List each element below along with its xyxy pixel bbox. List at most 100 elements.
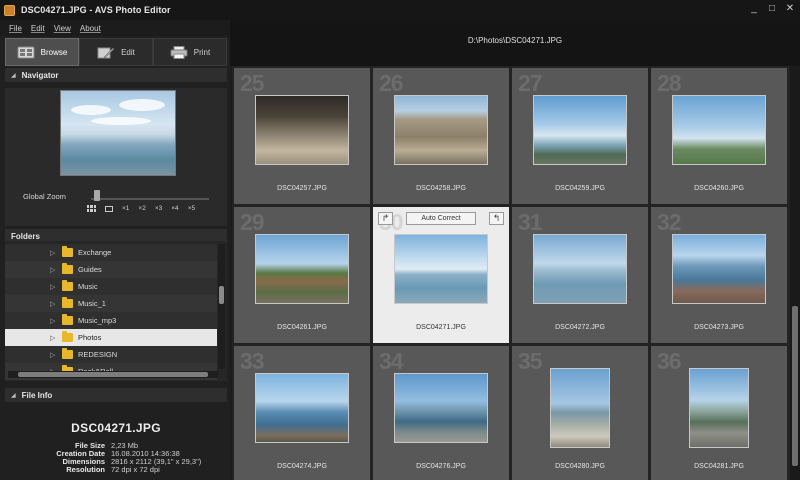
photo-thumbnail[interactable] [533, 234, 627, 304]
collapse-arrow-icon: ◢ [11, 72, 16, 79]
thumbnail-cell[interactable]: 35 DSC04280.JPG [512, 346, 648, 480]
tab-print-label: Print [193, 47, 211, 57]
file-info-header[interactable]: ◢ File Info [5, 388, 227, 402]
expand-arrow-icon[interactable]: ▷ [50, 283, 58, 291]
thumbnail-cell[interactable]: 29 DSC04261.JPG [234, 207, 370, 343]
thumbnail-filename: DSC04271.JPG [416, 324, 466, 331]
thumbnail-cell[interactable]: 26 DSC04258.JPG [373, 68, 509, 204]
scrollbar-thumb[interactable] [18, 372, 208, 377]
folder-icon [62, 280, 73, 291]
zoom-x5[interactable]: ×5 [188, 205, 195, 212]
thumbnail-filename: DSC04258.JPG [416, 185, 466, 192]
thumbnail-cell[interactable]: 31 DSC04272.JPG [512, 207, 648, 343]
folder-tree: ▷ Exchange ▷ Guides ▷ Music ▷ Music_1 ▷ Music_mp3… [5, 241, 227, 381]
thumbnail-cell[interactable]: 33 DSC04274.JPG [234, 346, 370, 480]
thumbnail-filename: DSC04260.JPG [694, 185, 744, 192]
menu-about[interactable]: About [80, 24, 101, 33]
folder-vertical-scrollbar[interactable] [218, 244, 225, 369]
folder-item[interactable]: ▷ Music_mp3 [5, 312, 217, 329]
folder-icon [62, 331, 73, 342]
expand-arrow-icon[interactable]: ▷ [50, 334, 58, 342]
file-name: DSC04271.JPG [71, 421, 161, 435]
zoom-slider-track[interactable] [91, 198, 209, 200]
thumbnail-filename: DSC04272.JPG [555, 324, 605, 331]
photo-thumbnail[interactable] [394, 234, 488, 304]
thumbnail-cell[interactable]: 34 DSC04276.JPG [373, 346, 509, 480]
expand-arrow-icon[interactable]: ▷ [50, 249, 58, 257]
thumbnail-index: 33 [240, 348, 265, 374]
navigator-header[interactable]: ◢ Navigator [5, 68, 227, 82]
menu-file[interactable]: File [9, 24, 22, 33]
zoom-x3[interactable]: ×3 [155, 205, 162, 212]
thumbnail-filename: DSC04273.JPG [694, 324, 744, 331]
folder-label: Music_mp3 [78, 316, 117, 325]
menu-view[interactable]: View [54, 24, 71, 33]
zoom-x2[interactable]: ×2 [138, 205, 145, 212]
photo-thumbnail[interactable] [533, 95, 627, 165]
thumbnail-index: 31 [518, 209, 543, 235]
folder-item[interactable]: ▷ Exchange [5, 244, 217, 261]
scrollbar-thumb[interactable] [219, 286, 224, 304]
photo-thumbnail[interactable] [255, 95, 349, 165]
fit-grid-icon[interactable] [87, 205, 96, 212]
expand-arrow-icon[interactable]: ▷ [50, 351, 58, 359]
photo-thumbnail[interactable] [672, 234, 766, 304]
folder-label: Guides [78, 265, 102, 274]
navigator-preview[interactable] [60, 90, 176, 176]
zoom-x1[interactable]: ×1 [122, 205, 129, 212]
thumbnail-index: 34 [379, 348, 404, 374]
printer-icon [170, 45, 188, 59]
maximize-button[interactable]: □ [766, 3, 778, 15]
folder-horizontal-scrollbar[interactable] [8, 371, 218, 378]
folder-item[interactable]: ▷ REDESIGN [5, 346, 217, 363]
thumbnail-grid: 25 DSC04257.JPG 26 DSC04258.JPG 27 DSC04259.J… [232, 66, 790, 480]
thumbnail-index: 35 [518, 348, 543, 374]
window-controls: _ □ ✕ [748, 3, 796, 15]
photo-thumbnail[interactable] [672, 95, 766, 165]
tab-edit[interactable]: Edit [79, 38, 153, 66]
tab-print[interactable]: Print [153, 38, 227, 66]
folder-label: Music [78, 282, 98, 291]
menu-edit[interactable]: Edit [31, 24, 45, 33]
thumbnail-index: 29 [240, 209, 265, 235]
info-value: 72 dpi x 72 dpi [111, 465, 160, 474]
expand-arrow-icon[interactable]: ▷ [50, 317, 58, 325]
thumbnail-index: 28 [657, 70, 682, 96]
folder-label: Photos [78, 333, 102, 342]
zoom-slider-handle[interactable] [94, 190, 100, 201]
thumbnail-cell[interactable]: 25 DSC04257.JPG [234, 68, 370, 204]
thumbnail-cell[interactable]: 30DSC04271.JPG↱Auto Correct↰ [373, 207, 509, 343]
rotate-left-icon[interactable]: ↰ [489, 212, 504, 225]
thumbnail-cell[interactable]: 28 DSC04260.JPG [651, 68, 787, 204]
close-button[interactable]: ✕ [784, 3, 796, 15]
thumbnail-cell[interactable]: 27 DSC04259.JPG [512, 68, 648, 204]
folder-label: Exchange [78, 248, 112, 257]
photo-thumbnail[interactable] [255, 373, 349, 443]
thumbnail-index: 32 [657, 209, 682, 235]
thumbnail-cell[interactable]: 32 DSC04273.JPG [651, 207, 787, 343]
auto-correct-button[interactable]: Auto Correct [406, 212, 476, 225]
thumbnail-index: 36 [657, 348, 682, 374]
expand-arrow-icon[interactable]: ▷ [50, 266, 58, 274]
thumbnail-index: 26 [379, 70, 404, 96]
thumbnail-cell[interactable]: 36 DSC04281.JPG [651, 346, 787, 480]
rotate-right-icon[interactable]: ↱ [378, 212, 393, 225]
folder-item[interactable]: ▷ Photos [5, 329, 217, 346]
folder-item[interactable]: ▷ Music_1 [5, 295, 217, 312]
photo-thumbnail[interactable] [394, 373, 488, 443]
folder-icon [62, 246, 73, 257]
zoom-x4[interactable]: ×4 [171, 205, 178, 212]
folder-item[interactable]: ▷ Guides [5, 261, 217, 278]
grid-vertical-scrollbar[interactable] [790, 66, 800, 480]
photo-thumbnail[interactable] [255, 234, 349, 304]
minimize-button[interactable]: _ [748, 3, 760, 15]
folder-item[interactable]: ▷ Music [5, 278, 217, 295]
tab-browse[interactable]: Browse [5, 38, 79, 66]
single-view-icon[interactable] [105, 205, 113, 212]
photo-thumbnail[interactable] [394, 95, 488, 165]
photo-thumbnail[interactable] [550, 368, 610, 448]
expand-arrow-icon[interactable]: ▷ [50, 300, 58, 308]
photo-thumbnail[interactable] [689, 368, 749, 448]
folder-icon [62, 314, 73, 325]
scrollbar-thumb[interactable] [792, 306, 798, 466]
